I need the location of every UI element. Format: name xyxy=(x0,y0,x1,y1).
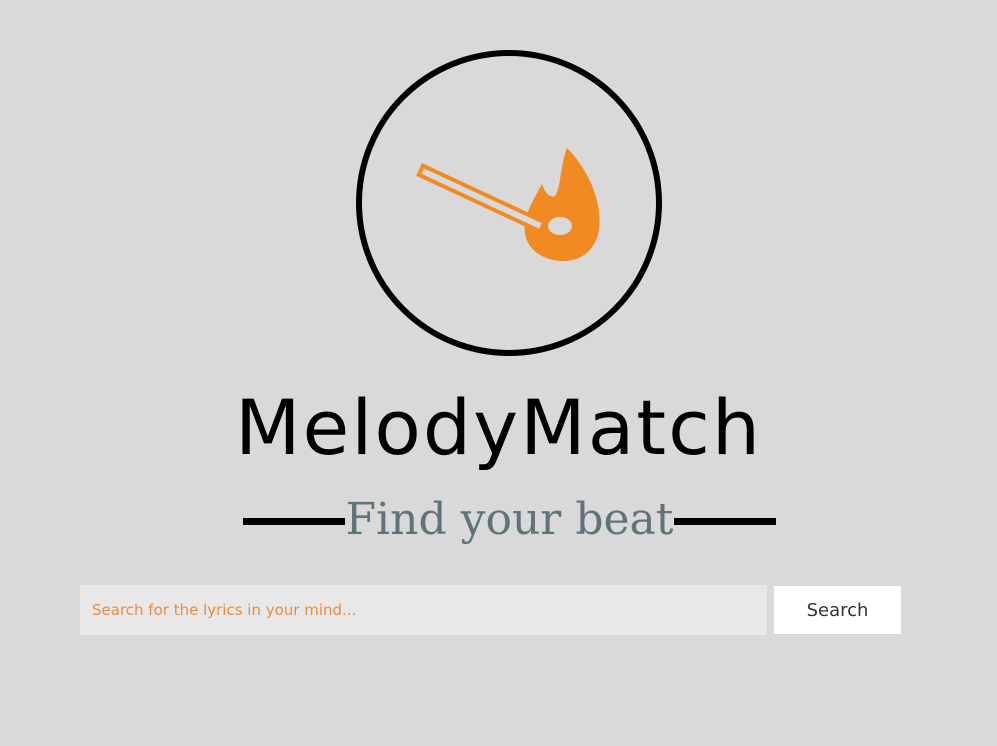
tagline-left-rule xyxy=(243,517,345,525)
burning-match-icon xyxy=(356,50,662,356)
tagline-row: Find your beat xyxy=(243,488,776,552)
search-input[interactable] xyxy=(80,585,767,635)
tagline: Find your beat xyxy=(345,494,674,545)
brand-name: MelodyMatch xyxy=(234,383,763,472)
logo xyxy=(355,48,665,358)
search-button[interactable]: Search xyxy=(774,586,901,634)
landing-page: MelodyMatch Find your beat Search xyxy=(0,0,997,746)
tagline-right-rule xyxy=(673,517,776,525)
